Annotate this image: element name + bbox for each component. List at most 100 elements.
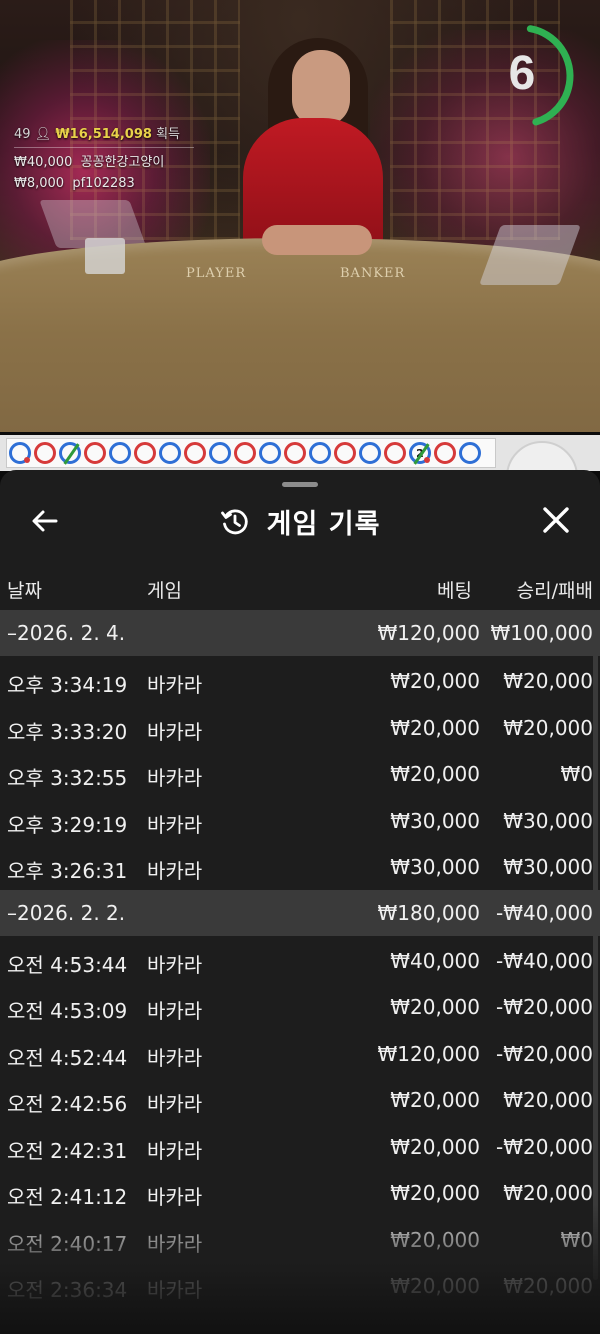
- row-result: ₩30,000: [503, 808, 593, 833]
- row-result: ₩20,000: [503, 715, 593, 740]
- row-game: 바카라: [147, 1092, 203, 1116]
- row-bet: ₩20,000: [390, 669, 480, 693]
- row-bet: ₩20,000: [390, 1134, 480, 1159]
- bead-cell: [59, 442, 81, 464]
- row-bet: ₩120,000: [377, 1041, 480, 1066]
- felt-player-label: PLAYER: [186, 266, 247, 281]
- row-game: 바카라: [147, 952, 203, 977]
- sheet-header: 게임 기록: [0, 490, 600, 550]
- history-icon: [220, 508, 248, 534]
- row-time: 오후 3:32:55: [7, 766, 128, 790]
- sheet-title-wrap: 게임 기록: [0, 502, 600, 541]
- bead-cell: 2: [409, 442, 431, 464]
- bead-cell: [459, 442, 481, 464]
- history-row[interactable]: 오후 3:26:31 바카라 ₩30,000 ₩30,000: [0, 843, 600, 890]
- row-game: 바카라: [147, 999, 203, 1023]
- group-date: –2026. 2. 2.: [7, 900, 126, 925]
- row-bet: ₩20,000: [390, 995, 480, 1019]
- bead-cell: [384, 442, 406, 464]
- drag-handle[interactable]: [282, 482, 318, 487]
- row-game: 바카라: [147, 1138, 203, 1163]
- bead-cell: [234, 442, 256, 464]
- pair-dot: [424, 457, 430, 463]
- person-icon: 👤︎: [34, 127, 52, 142]
- row-bet: ₩20,000: [390, 1088, 480, 1112]
- bead-road-strip: 2: [6, 438, 496, 468]
- felt-banker-label: BANKER: [340, 266, 406, 281]
- bead-cell: [9, 442, 31, 464]
- history-row[interactable]: 오전 4:53:09 바카라 ₩20,000 -₩20,000: [0, 983, 600, 1030]
- row-time: 오전 2:42:31: [7, 1138, 128, 1163]
- group-bet-total: ₩120,000: [377, 621, 480, 645]
- row-result: -₩40,000: [496, 948, 593, 973]
- bead-cell: [84, 442, 106, 464]
- winners-total: ₩16,514,098: [55, 127, 152, 142]
- row-bet: ₩20,000: [390, 762, 480, 786]
- live-video: PLAYER BANKER 49 👤︎ ₩16,514,098 획득 ₩40,0…: [0, 0, 600, 432]
- history-row[interactable]: 오전 2:42:31 바카라 ₩20,000 -₩20,000: [0, 1123, 600, 1170]
- column-headers: 날짜 게임 베팅 승리/패배: [0, 568, 600, 608]
- date-group-row[interactable]: –2026. 2. 2. ₩180,000 -₩40,000: [0, 889, 600, 936]
- row-time: 오후 3:33:20: [7, 719, 128, 744]
- bead-cell: [434, 442, 456, 464]
- bead-cell: [184, 442, 206, 464]
- row-game: 바카라: [147, 719, 203, 744]
- bead-cell: [34, 442, 56, 464]
- history-row[interactable]: 오후 3:29:19 바카라 ₩30,000 ₩30,000: [0, 797, 600, 844]
- game-history-sheet: 게임 기록 날짜 게임 베팅 승리/패배 –2026. 2. 4. ₩120,00…: [0, 470, 600, 1334]
- history-row[interactable]: 오전 4:53:44 바카라 ₩40,000 -₩40,000: [0, 937, 600, 984]
- row-result: -₩20,000: [496, 995, 593, 1019]
- row-time: 오전 4:53:09: [7, 999, 128, 1023]
- row-bet: ₩40,000: [390, 948, 480, 973]
- row-bet: ₩20,000: [390, 715, 480, 740]
- row-game: 바카라: [147, 1045, 203, 1070]
- row-time: 오전 4:53:44: [7, 952, 128, 977]
- card-shoe: [85, 238, 125, 274]
- history-row[interactable]: 오후 3:34:19 바카라 ₩20,000 ₩20,000: [0, 657, 600, 704]
- sheet-title: 게임 기록: [266, 509, 381, 540]
- date-group-row[interactable]: –2026. 2. 4. ₩120,000 ₩100,000: [0, 610, 600, 656]
- winners-count: 49: [14, 127, 31, 142]
- column-result: 승리/패배: [516, 580, 593, 602]
- bead-cell: [334, 442, 356, 464]
- close-button[interactable]: [540, 504, 572, 536]
- dealer-face: [292, 50, 350, 126]
- column-bet: 베팅: [437, 580, 472, 602]
- group-bet-total: ₩180,000: [377, 900, 480, 925]
- row-time: 오후 3:34:19: [7, 673, 128, 697]
- dealer-hands: [262, 225, 372, 255]
- group-result-total: ₩100,000: [490, 621, 593, 645]
- bead-cell: [134, 442, 156, 464]
- history-row[interactable]: 오전 2:42:56 바카라 ₩20,000 ₩20,000: [0, 1076, 600, 1123]
- winners-panel: 49 👤︎ ₩16,514,098 획득 ₩40,000 꽁꽁한강고양이 ₩8,…: [14, 124, 194, 194]
- row-result: ₩20,000: [503, 1088, 593, 1112]
- bead-cell: [284, 442, 306, 464]
- bead-cell: [359, 442, 381, 464]
- winner-entry: ₩8,000 pf102283: [14, 173, 194, 194]
- scrollbar[interactable]: [593, 610, 598, 1280]
- history-row[interactable]: 오후 3:32:55 바카라 ₩20,000 ₩0: [0, 750, 600, 797]
- bead-cell: [209, 442, 231, 464]
- history-row[interactable]: 오전 4:52:44 바카라 ₩120,000 -₩20,000: [0, 1030, 600, 1077]
- row-game: 바카라: [147, 859, 203, 883]
- history-row[interactable]: 오후 3:33:20 바카라 ₩20,000 ₩20,000: [0, 704, 600, 751]
- row-result: ₩30,000: [503, 855, 593, 879]
- close-icon: [543, 507, 569, 533]
- column-date: 날짜: [7, 580, 42, 602]
- row-time: 오후 3:26:31: [7, 859, 128, 883]
- row-result: -₩20,000: [496, 1134, 593, 1159]
- group-date: –2026. 2. 4.: [7, 621, 126, 645]
- winner-name: 꽁꽁한강고양이: [80, 155, 165, 170]
- row-bet: ₩30,000: [390, 808, 480, 833]
- bet-timer: 6: [470, 22, 578, 130]
- row-result: ₩20,000: [503, 1181, 593, 1205]
- bead-road[interactable]: 2: [0, 435, 600, 513]
- row-result: ₩0: [560, 762, 594, 786]
- row-bet: ₩20,000: [390, 1181, 480, 1205]
- winners-suffix: 획득: [156, 127, 180, 142]
- bead-cell: [259, 442, 281, 464]
- timer-seconds: 6: [508, 47, 536, 100]
- bottom-fade: [0, 1204, 600, 1334]
- bead-cell: [159, 442, 181, 464]
- row-bet: ₩30,000: [390, 855, 480, 879]
